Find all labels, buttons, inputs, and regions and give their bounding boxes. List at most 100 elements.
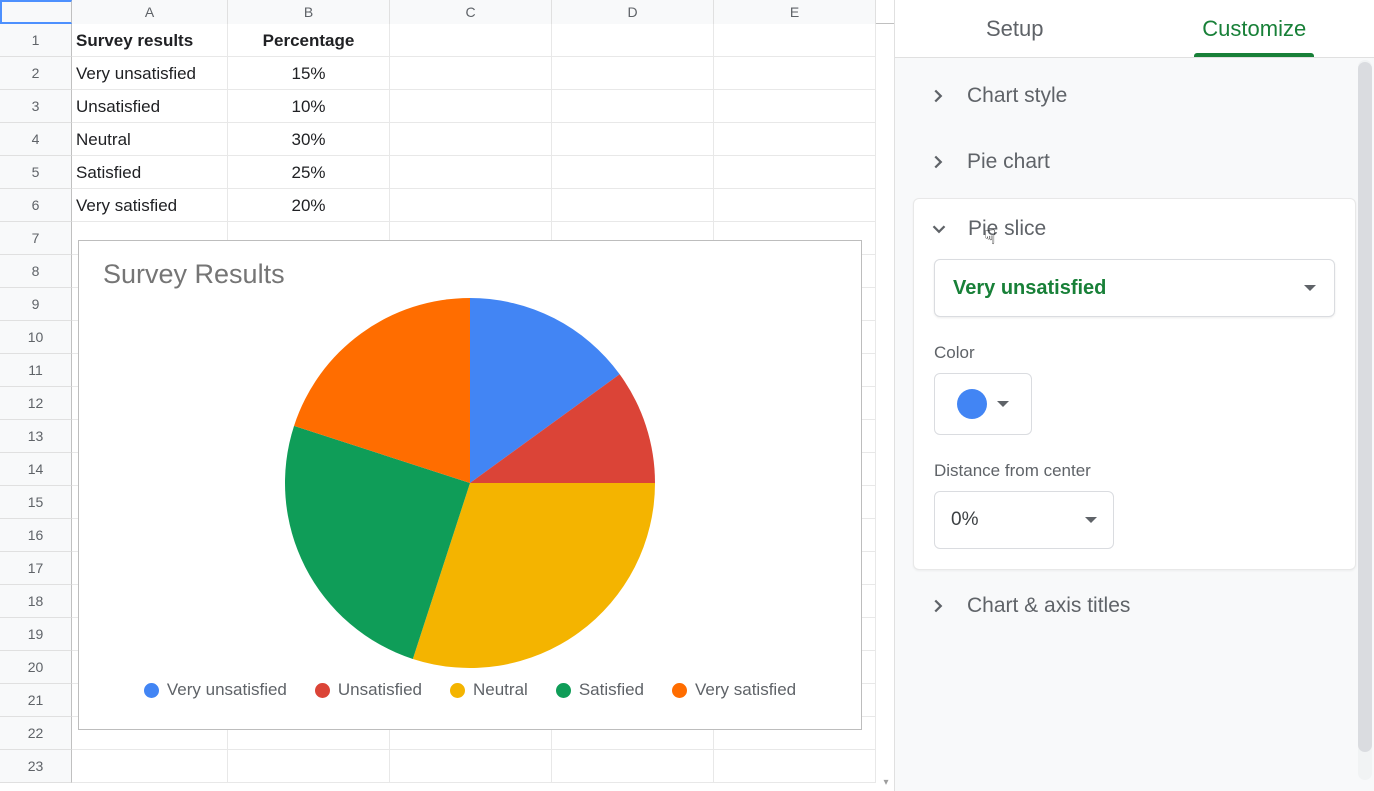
cell[interactable]: Survey results (72, 24, 228, 57)
cell[interactable] (714, 123, 876, 156)
select-all-corner[interactable] (0, 0, 72, 24)
legend-color-dot (450, 683, 465, 698)
cell[interactable] (228, 750, 390, 783)
accordion-label: Pie chart (967, 150, 1050, 174)
cell[interactable] (552, 57, 714, 90)
row-header[interactable]: 5 (0, 156, 72, 189)
row-header[interactable]: 21 (0, 684, 72, 717)
legend-item[interactable]: Satisfied (556, 680, 644, 700)
cell[interactable] (714, 90, 876, 123)
grid-row: Neutral30% (72, 123, 894, 156)
cell[interactable]: Unsatisfied (72, 90, 228, 123)
cell[interactable] (552, 189, 714, 222)
cell[interactable] (552, 24, 714, 57)
slice-color-button[interactable] (934, 373, 1032, 435)
legend-item[interactable]: Unsatisfied (315, 680, 422, 700)
row-header[interactable]: 6 (0, 189, 72, 222)
accordion-chart-axis-titles[interactable]: Chart & axis titles (913, 576, 1356, 636)
cell[interactable]: 25% (228, 156, 390, 189)
chevron-down-icon (928, 218, 950, 240)
grid-row: Very satisfied20% (72, 189, 894, 222)
distance-dropdown[interactable]: 0% (934, 491, 1114, 549)
legend-label: Very satisfied (695, 680, 796, 700)
row-header[interactable]: 17 (0, 552, 72, 585)
legend-label: Satisfied (579, 680, 644, 700)
row-header[interactable]: 20 (0, 651, 72, 684)
cell[interactable] (552, 90, 714, 123)
cell[interactable] (552, 750, 714, 783)
legend-item[interactable]: Very unsatisfied (144, 680, 287, 700)
accordion-pie-slice-header[interactable]: Pie slice ☟ (914, 199, 1355, 259)
accordion-label: Pie slice (968, 217, 1046, 241)
cell[interactable] (552, 156, 714, 189)
row-header[interactable]: 7 (0, 222, 72, 255)
column-header[interactable]: C (390, 0, 552, 24)
legend-label: Neutral (473, 680, 528, 700)
panel-scrollbar[interactable] (1358, 60, 1372, 780)
legend-item[interactable]: Neutral (450, 680, 528, 700)
row-header[interactable]: 19 (0, 618, 72, 651)
row-header[interactable]: 18 (0, 585, 72, 618)
cell[interactable] (714, 57, 876, 90)
legend-item[interactable]: Very satisfied (672, 680, 796, 700)
cell[interactable]: Very unsatisfied (72, 57, 228, 90)
cell[interactable]: Neutral (72, 123, 228, 156)
row-header[interactable]: 8 (0, 255, 72, 288)
cell[interactable]: Percentage (228, 24, 390, 57)
scrollbar-thumb[interactable] (1358, 62, 1372, 752)
row-header[interactable]: 16 (0, 519, 72, 552)
cell[interactable] (552, 123, 714, 156)
column-header[interactable]: E (714, 0, 876, 24)
color-swatch (957, 389, 987, 419)
cell[interactable]: Very satisfied (72, 189, 228, 222)
accordion-chart-style[interactable]: Chart style (913, 66, 1356, 126)
cell[interactable] (390, 57, 552, 90)
cell[interactable] (390, 123, 552, 156)
row-header[interactable]: 15 (0, 486, 72, 519)
cell[interactable] (714, 156, 876, 189)
cell[interactable] (72, 750, 228, 783)
row-header[interactable]: 10 (0, 321, 72, 354)
accordion-label: Chart & axis titles (967, 594, 1130, 618)
legend-color-dot (315, 683, 330, 698)
cell[interactable] (390, 189, 552, 222)
chevron-right-icon (927, 85, 949, 107)
row-header[interactable]: 11 (0, 354, 72, 387)
row-header[interactable]: 12 (0, 387, 72, 420)
row-header[interactable]: 14 (0, 453, 72, 486)
slice-select-dropdown[interactable]: Very unsatisfied (934, 259, 1335, 317)
row-header[interactable]: 4 (0, 123, 72, 156)
accordion-pie-chart[interactable]: Pie chart (913, 132, 1356, 192)
cell[interactable]: 15% (228, 57, 390, 90)
embedded-chart[interactable]: Survey Results Very unsatisfiedUnsatisfi… (78, 240, 862, 730)
column-header[interactable]: A (72, 0, 228, 24)
row-header[interactable]: 23 (0, 750, 72, 783)
cell[interactable] (714, 750, 876, 783)
scroll-down-arrow[interactable]: ▾ (880, 777, 892, 789)
tab-customize[interactable]: Customize (1135, 0, 1374, 57)
cell[interactable] (390, 156, 552, 189)
legend-color-dot (672, 683, 687, 698)
cell[interactable]: Satisfied (72, 156, 228, 189)
row-header[interactable]: 9 (0, 288, 72, 321)
panel-tabs: Setup Customize (895, 0, 1374, 58)
cell[interactable] (390, 90, 552, 123)
column-header[interactable]: D (552, 0, 714, 24)
row-header[interactable]: 3 (0, 90, 72, 123)
row-header[interactable]: 13 (0, 420, 72, 453)
cell[interactable] (714, 24, 876, 57)
cell[interactable]: 30% (228, 123, 390, 156)
column-header[interactable]: B (228, 0, 390, 24)
cells-area[interactable]: Survey Results Very unsatisfiedUnsatisfi… (72, 24, 894, 783)
row-header[interactable]: 1 (0, 24, 72, 57)
cell[interactable] (390, 24, 552, 57)
accordion-pie-slice: Pie slice ☟ Very unsatisfied Color Dista… (913, 198, 1356, 570)
legend-label: Very unsatisfied (167, 680, 287, 700)
cell[interactable]: 10% (228, 90, 390, 123)
row-header[interactable]: 22 (0, 717, 72, 750)
cell[interactable]: 20% (228, 189, 390, 222)
row-header[interactable]: 2 (0, 57, 72, 90)
cell[interactable] (714, 189, 876, 222)
tab-setup[interactable]: Setup (895, 0, 1135, 57)
cell[interactable] (390, 750, 552, 783)
